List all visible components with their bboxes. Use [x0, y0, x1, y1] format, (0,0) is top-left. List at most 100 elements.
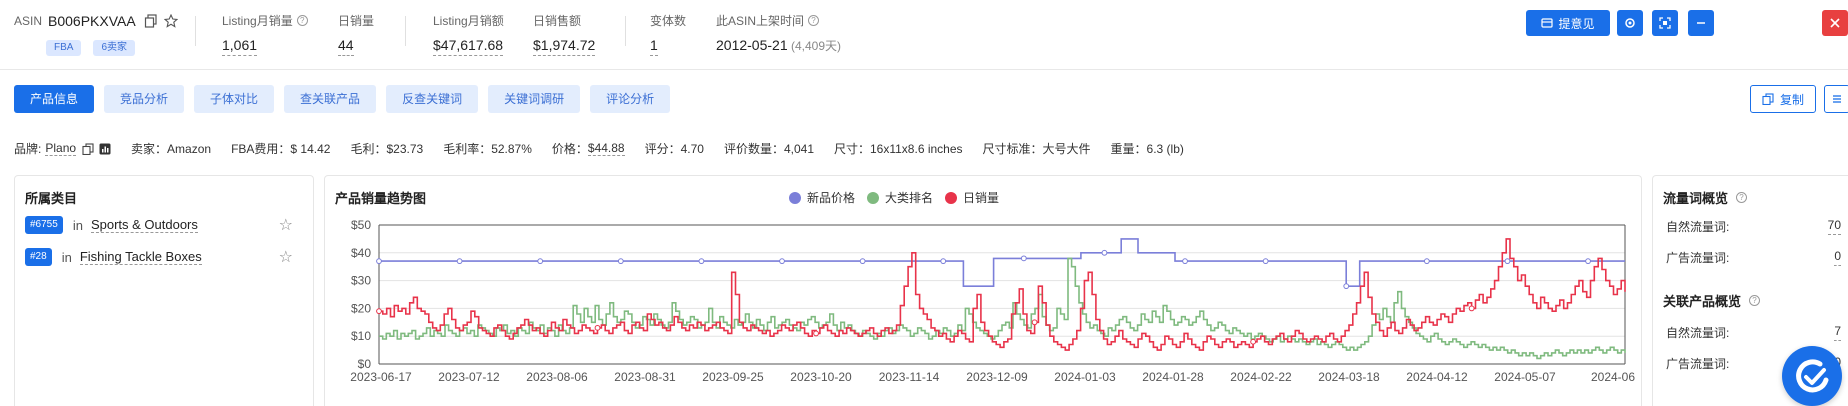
- scan-icon: [1659, 17, 1671, 29]
- related-row-organic: 自然流量词: 7: [1666, 324, 1841, 341]
- category-row: #6755 in Sports & Outdoors ☆: [25, 216, 303, 234]
- brand-chart-icon[interactable]: [99, 143, 111, 155]
- related-label: 广告流量词:: [1666, 357, 1730, 371]
- traffic-value[interactable]: 70: [1827, 218, 1841, 235]
- y-tick-label: $0: [358, 357, 372, 371]
- brand-label: 品牌:: [14, 142, 42, 156]
- tab-variant-compare[interactable]: 子体对比: [194, 85, 275, 113]
- tab-competitor-analysis[interactable]: 竞品分析: [104, 85, 185, 113]
- brand-value[interactable]: Plano: [45, 141, 77, 156]
- close-icon: [1830, 18, 1840, 28]
- minimize-button[interactable]: [1688, 10, 1714, 36]
- gear-icon: [1625, 18, 1635, 28]
- legend-label: 日销量: [963, 191, 999, 205]
- x-tick-label: 2023-11-14: [879, 370, 940, 384]
- x-tick-label: 2023-09-25: [702, 370, 764, 384]
- feedback-icon: [1541, 18, 1554, 28]
- sales-trend-panel: 产品销量趋势图 新品价格 大类排名 日销量 $0 $10 $20 $30 $40 $50 20…: [324, 175, 1642, 406]
- traffic-label: 自然流量词:: [1666, 220, 1730, 234]
- chart-legend: 新品价格 大类排名 日销量: [789, 190, 999, 205]
- fba-tag: FBA: [46, 40, 82, 56]
- category-in: in: [61, 249, 72, 265]
- help-icon[interactable]: ?: [1736, 192, 1748, 203]
- x-tick-label: 2024-05-07: [1494, 370, 1556, 384]
- divider: [625, 16, 626, 46]
- legend-label: 新品价格: [807, 190, 855, 205]
- metric-value: $47,617.68: [433, 37, 504, 56]
- chart-series: [376, 238, 1626, 360]
- traffic-row-ad: 广告流量词: 0: [1666, 249, 1841, 266]
- size-standard-attr: 尺寸标准：大号大件: [982, 142, 1091, 156]
- copy-icon[interactable]: [144, 14, 158, 28]
- metric-value: 1,061: [222, 37, 258, 56]
- price-attr: 价格： $44.88: [552, 140, 625, 157]
- assistant-fab[interactable]: [1782, 346, 1842, 406]
- x-tick-label: 2024-01-03: [1054, 370, 1116, 384]
- screenshot-button[interactable]: [1652, 10, 1678, 36]
- category-name[interactable]: Sports & Outdoors: [90, 217, 198, 233]
- category-name[interactable]: Fishing Tackle Boxes: [79, 249, 202, 265]
- metric-monthly-sales: Listing月销量? 1,061: [222, 12, 308, 56]
- metric-label: 此ASIN上架时间: [716, 13, 805, 28]
- star-icon[interactable]: ☆: [279, 215, 293, 235]
- tab-reverse-keywords[interactable]: 反查关键词: [386, 85, 479, 113]
- chart-x-axis: 2023-06-17 2023-07-12 2023-08-06 2023-08-31…: [350, 370, 1635, 384]
- category-panel: 所属类目 #6755 in Sports & Outdoors ☆ #28 in…: [14, 175, 314, 406]
- series-line-0: [379, 238, 1625, 287]
- series-point-2: [813, 330, 819, 337]
- star-icon[interactable]: ☆: [279, 247, 293, 267]
- settings-button[interactable]: [1617, 10, 1643, 36]
- series-point-2: [1031, 319, 1038, 326]
- help-icon[interactable]: ?: [296, 14, 308, 26]
- metric-listing-date: 此ASIN上架时间? 2012-05-21 (4,409天): [716, 12, 841, 54]
- sellers-tag[interactable]: 6卖家: [93, 40, 136, 56]
- related-title: 关联产品概览: [1663, 294, 1742, 309]
- x-tick-label: 2023-10-20: [790, 370, 852, 384]
- series-point-0: [859, 258, 866, 265]
- x-tick-label: 2023-07-12: [438, 370, 500, 384]
- tab-product-info[interactable]: 产品信息: [14, 85, 95, 113]
- list-view-button[interactable]: [1824, 85, 1848, 113]
- tab-review-analysis[interactable]: 评论分析: [590, 85, 671, 113]
- x-tick-label: 2024-03-18: [1318, 370, 1380, 384]
- metric-daily-revenue: 日销售额 $1,974.72: [533, 12, 596, 56]
- x-tick-label: 2023-08-31: [614, 370, 676, 384]
- related-value[interactable]: 7: [1834, 324, 1841, 341]
- help-icon[interactable]: ?: [1749, 295, 1761, 306]
- help-icon[interactable]: ?: [808, 14, 820, 26]
- metric-monthly-revenue: Listing月销额 $47,617.68: [433, 12, 504, 56]
- fba-fee-attr: FBA费用：$ 14.42: [231, 142, 331, 156]
- series-point-2: [376, 308, 382, 315]
- rank-badge: #28: [25, 248, 52, 266]
- metric-label: Listing月销额: [433, 13, 504, 28]
- feedback-button[interactable]: 提意见: [1526, 10, 1610, 36]
- category-panel-title: 所属类目: [25, 191, 78, 206]
- traffic-value[interactable]: 0: [1834, 249, 1841, 266]
- metric-sub: (4,409天): [790, 39, 841, 53]
- series-point-0: [1585, 258, 1591, 265]
- x-tick-label: 2024-01-28: [1142, 370, 1204, 384]
- metric-value: 1: [650, 37, 658, 56]
- copy-icon: [1762, 93, 1774, 105]
- close-button[interactable]: [1822, 10, 1848, 36]
- y-tick-label: $20: [351, 301, 371, 315]
- rating-attr: 评分：4.70: [644, 142, 704, 156]
- tab-related-products[interactable]: 查关联产品: [284, 85, 377, 113]
- copy-button[interactable]: 复制: [1750, 85, 1816, 113]
- metric-label: 变体数: [650, 13, 687, 28]
- copy-label: 复制: [1779, 92, 1804, 107]
- list-icon: [1833, 95, 1841, 103]
- series-point-0: [537, 258, 544, 265]
- copy-icon[interactable]: [82, 142, 94, 155]
- star-icon[interactable]: [163, 13, 179, 28]
- metric-value: 2012-05-21: [716, 37, 788, 53]
- series-point-0: [1182, 258, 1188, 265]
- minus-icon: [1697, 22, 1705, 24]
- y-tick-label: $40: [351, 246, 371, 260]
- traffic-title: 流量词概览: [1663, 191, 1729, 206]
- tab-keyword-research[interactable]: 关键词调研: [488, 85, 581, 113]
- feedback-label: 提意见: [1558, 16, 1595, 31]
- legend-marker: [867, 192, 879, 204]
- x-tick-label: 2024-06: [1591, 370, 1635, 384]
- divider: [405, 16, 406, 46]
